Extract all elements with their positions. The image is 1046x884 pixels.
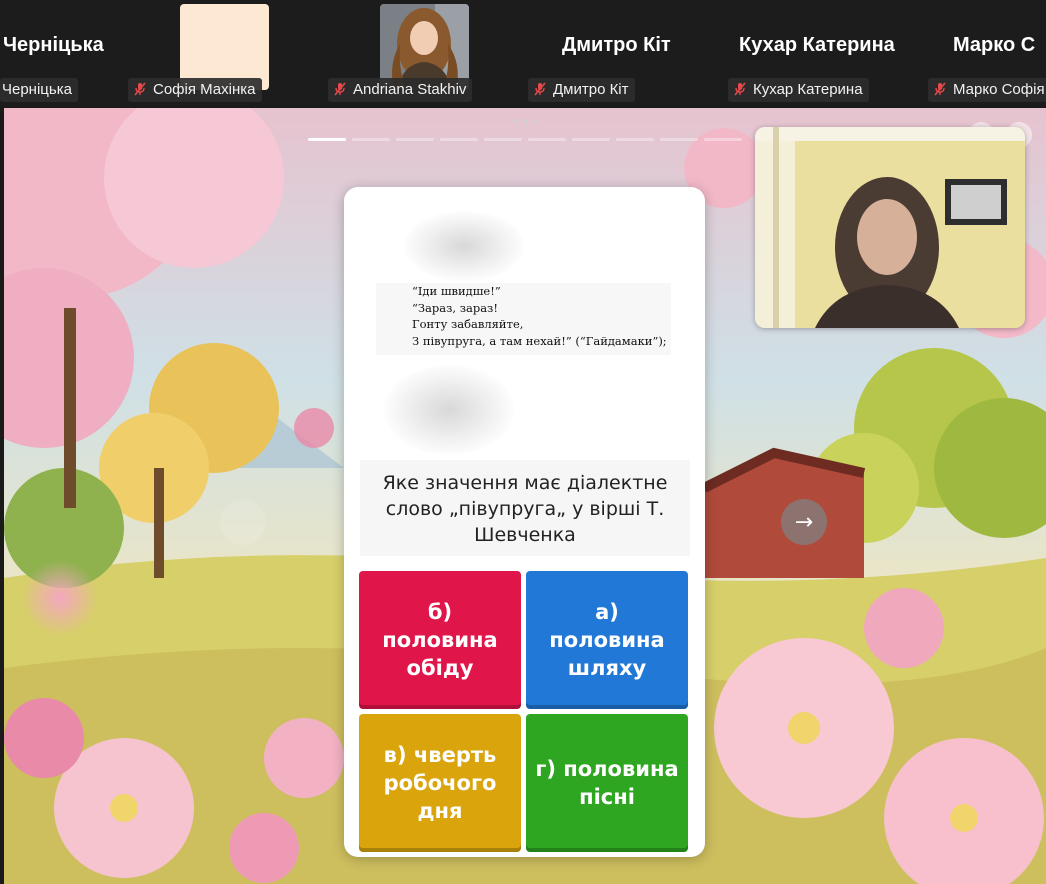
participant-name: Кухар Катерина [753,81,863,98]
answer-option-b[interactable]: б) половина обіду [359,571,521,709]
shared-screen: ••• “Іди швидше!” “Зараз, зараз! Гонту з… [4,108,1046,884]
participant-display-name: Марко С [953,34,1036,56]
participant-name-label: Черніцька [0,78,78,102]
participant-name-label: Кухар Катерина [728,78,869,102]
participant-tile[interactable]: Кухар Катерина Кухар Катерина [724,0,924,106]
question-text: Яке значення має діалектне слово „півупр… [360,460,690,556]
poem-line: “Іди швидше!” [412,284,501,298]
progress-segment [396,138,434,141]
progress-segment [572,138,610,141]
participant-name-label: Дмитро Кіт [528,78,635,102]
participant-name-label: Марко Софія [928,78,1046,102]
progress-segment [440,138,478,141]
mic-off-icon [334,82,346,96]
poem-line: З півупруга, а там нехай!” (“Гайдамаки”)… [412,333,667,348]
presenter-photo [755,127,1025,328]
participant-tile[interactable]: Дмитро Кіт Дмитро Кіт [524,0,724,106]
next-button[interactable]: → [781,499,827,545]
participant-name: Дмитро Кіт [553,81,629,98]
mic-off-icon [934,82,946,96]
participant-tile[interactable]: Черніцька Черніцька [0,0,124,106]
progress-segment [352,138,390,141]
poem-line: “Зараз, зараз! [412,300,498,315]
arrow-right-icon: → [794,509,814,535]
answer-option-v[interactable]: в) чверть робочого дня [359,714,521,852]
quiz-card: “Іди швидше!” “Зараз, зараз! Гонту забав… [344,187,705,857]
progress-segment [308,138,346,141]
participants-strip: Черніцька Черніцька Софія Махінка Andria… [0,0,1046,106]
progress-segment [616,138,654,141]
mic-off-icon [534,82,546,96]
participant-name: Марко Софія [953,81,1045,98]
participant-name: Andriana Stakhiv [353,81,467,98]
participant-display-name: Кухар Катерина [739,34,895,56]
participant-name-label: Софія Махінка [128,78,262,102]
drag-handle[interactable]: ••• [512,114,540,130]
answer-option-g[interactable]: г) половина пісні [526,714,688,852]
mic-off-icon [134,82,146,96]
progress-segment [528,138,566,141]
participant-name: Софія Махінка [153,81,256,98]
blurred-image [404,211,524,281]
mic-off-icon [734,82,746,96]
participant-name: Черніцька [2,81,72,98]
participant-tile[interactable]: Марко С Марко Софія [924,0,1046,106]
participant-display-name: Дмитро Кіт [562,34,671,56]
progress-bar [308,138,742,141]
blurred-image [384,365,514,455]
poem-line: Гонту забавляйте, [412,317,524,331]
progress-segment [660,138,698,141]
participant-tile[interactable]: Софія Махінка [124,0,324,106]
progress-segment [484,138,522,141]
answer-option-a[interactable]: а) половина шляху [526,571,688,709]
participant-display-name: Черніцька [3,34,104,56]
participant-name-label: Andriana Stakhiv [328,78,473,102]
previous-button[interactable] [220,499,266,545]
presenter-video[interactable] [755,127,1025,328]
progress-segment [704,138,742,141]
poem-excerpt: “Іди швидше!” “Зараз, зараз! Гонту забав… [376,283,671,355]
participant-tile[interactable]: Andriana Stakhiv [324,0,524,106]
